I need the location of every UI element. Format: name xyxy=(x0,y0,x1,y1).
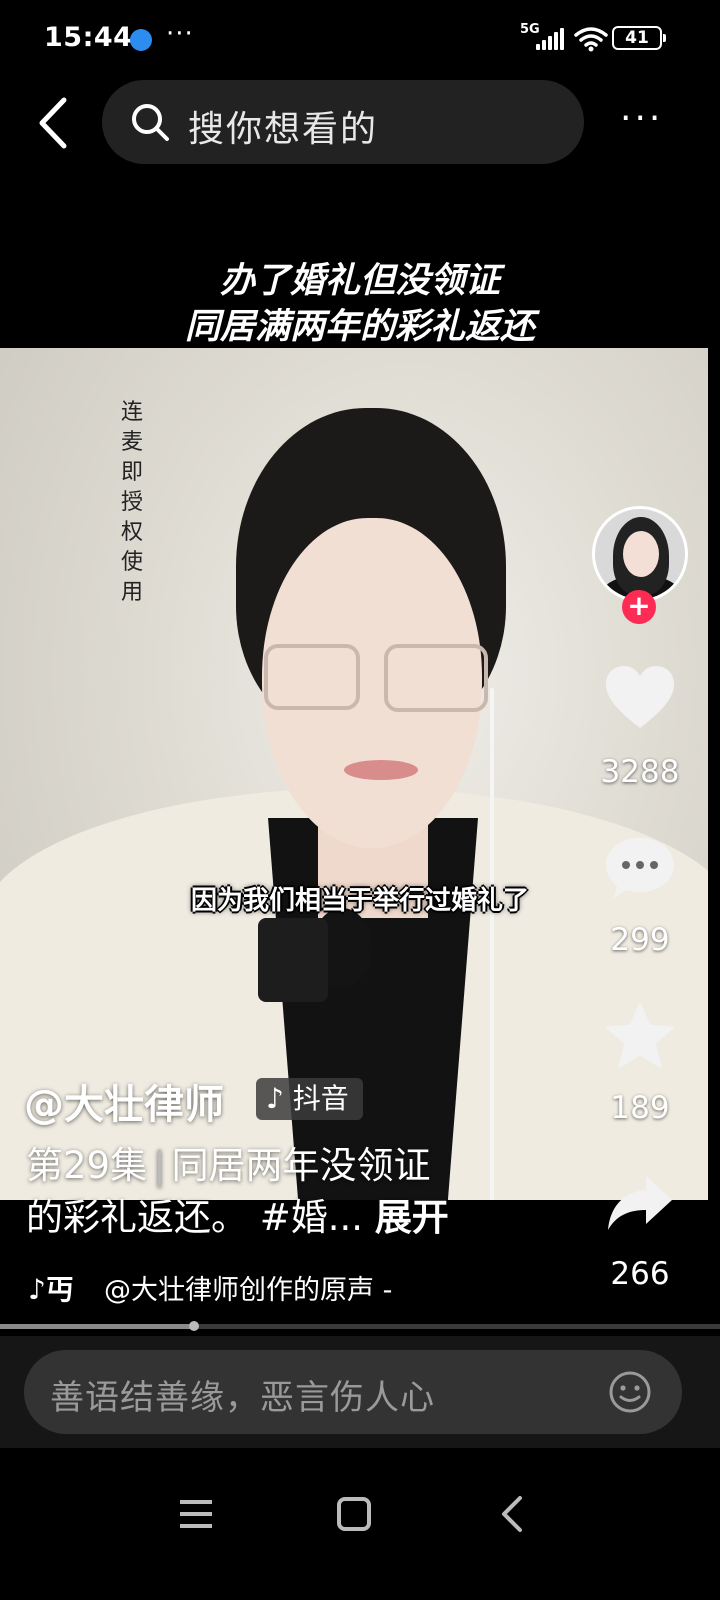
author-name[interactable]: @大壮律师 xyxy=(24,1072,224,1130)
video-person-glasses-right xyxy=(384,644,488,712)
like-count: 3288 xyxy=(600,754,680,790)
back-button[interactable] xyxy=(34,96,74,150)
platform-badge: ♪ 抖音 xyxy=(256,1078,363,1120)
search-placeholder: 搜你想看的 xyxy=(188,109,379,150)
back-nav-icon[interactable] xyxy=(482,1484,542,1544)
video-headline: 办了婚礼但没领证 同居满两年的彩礼返还 xyxy=(0,258,720,350)
like-icon[interactable] xyxy=(604,664,676,732)
video-progress-bar[interactable] xyxy=(0,1321,720,1331)
platform-badge-label: 抖音 xyxy=(292,1082,349,1115)
status-bar: 15:44 ··· 5G 41 xyxy=(0,0,720,78)
notification-app-icon xyxy=(130,29,152,51)
status-more-icon: ··· xyxy=(166,19,194,49)
favorite-count: 189 xyxy=(610,1090,670,1126)
comment-icon[interactable] xyxy=(604,834,676,902)
video-person-glasses-left xyxy=(264,644,360,710)
share-count: 266 xyxy=(610,1256,670,1292)
favorite-star-icon[interactable] xyxy=(604,1002,676,1070)
menu-icon[interactable] xyxy=(166,1484,226,1544)
more-options-button[interactable]: ··· xyxy=(620,98,663,139)
music-title[interactable]: @大壮律师创作的原声 - xyxy=(104,1268,392,1307)
headline-line-1: 办了婚礼但没领证 xyxy=(219,261,500,301)
comment-bar: 善语结善缘，恶言伤人心 xyxy=(0,1336,720,1448)
emoji-icon[interactable] xyxy=(608,1370,652,1414)
progress-fill xyxy=(0,1324,195,1329)
vertical-note: 连麦即授权使用 xyxy=(120,400,143,605)
douyin-logo-icon: ♪ xyxy=(266,1082,284,1115)
comment-input[interactable]: 善语结善缘，恶言伤人心 xyxy=(24,1350,682,1434)
music-note-icon: ♪丏 xyxy=(28,1273,74,1306)
battery-indicator: 41 xyxy=(612,26,666,50)
search-input[interactable]: 搜你想看的 xyxy=(102,80,584,164)
video-earphone-cable xyxy=(490,688,494,1200)
wifi-icon xyxy=(574,27,608,52)
progress-knob[interactable] xyxy=(189,1321,200,1331)
status-time: 15:44 xyxy=(44,22,133,53)
video-caption[interactable]: 第29集 | 同居两年没领证 的彩礼返还。 #婚... 展开 xyxy=(26,1140,506,1244)
signal-icon xyxy=(536,28,566,50)
headline-line-2: 同居满两年的彩礼返还 xyxy=(184,307,535,347)
caption-text-line-1: 同居两年没领证 xyxy=(171,1144,431,1187)
follow-button[interactable]: + xyxy=(622,590,656,624)
author-avatar[interactable] xyxy=(592,506,688,602)
video-person-lips xyxy=(344,760,418,780)
search-icon xyxy=(132,104,169,141)
expand-caption-button[interactable]: 展开 xyxy=(375,1196,449,1239)
home-icon[interactable] xyxy=(324,1484,384,1544)
episode-label: 第29集 xyxy=(26,1144,148,1187)
share-arrow-icon[interactable] xyxy=(604,1170,676,1238)
caption-text-line-2: 的彩礼返还。 #婚... xyxy=(26,1196,364,1239)
video-lapel-mic xyxy=(258,918,328,1002)
caption-separator: | xyxy=(153,1144,166,1187)
comment-placeholder: 善语结善缘，恶言伤人心 xyxy=(50,1378,435,1418)
system-nav-bar xyxy=(0,1448,720,1600)
comment-count: 299 xyxy=(610,922,670,958)
